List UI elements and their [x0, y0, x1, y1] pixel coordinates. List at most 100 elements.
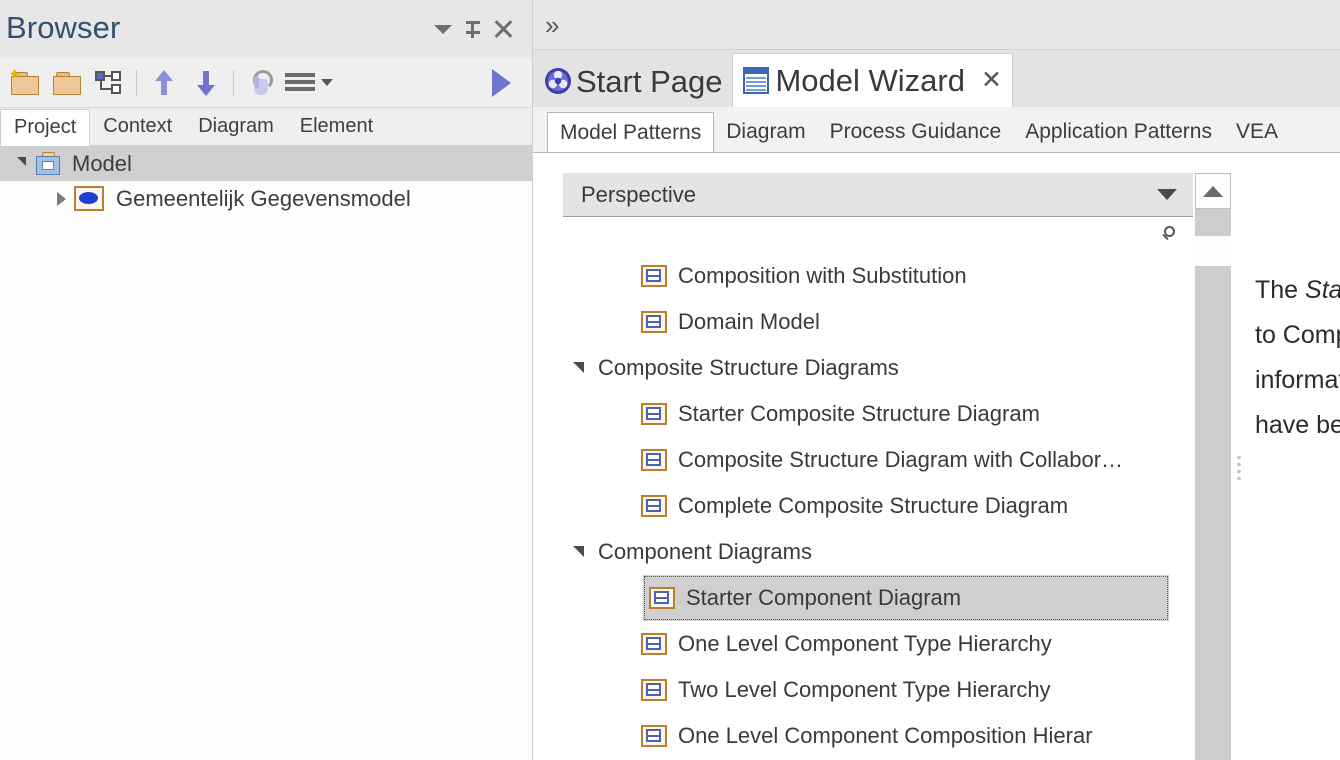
list-item[interactable]: Starter Composite Structure Diagram: [563, 391, 1193, 437]
list-group-header[interactable]: Component Diagrams: [563, 529, 1193, 575]
pattern-list-column: Perspective Composition with Substitutio…: [563, 173, 1193, 760]
tab-process-guidance-label: Process Guidance: [830, 120, 1002, 144]
list-item-label: Composite Structure Diagram with Collabo…: [678, 447, 1123, 473]
pattern-icon: [641, 403, 667, 425]
list-group-label: Composite Structure Diagrams: [598, 355, 899, 381]
tree-item-gemeentelijk[interactable]: Gemeentelijk Gegevensmodel: [0, 181, 532, 216]
list-group-label: Component Diagrams: [598, 539, 812, 565]
list-item[interactable]: Composite Structure Diagram with Collabo…: [563, 437, 1193, 483]
search-icon[interactable]: [1161, 226, 1179, 244]
tab-model-patterns-label: Model Patterns: [560, 121, 701, 145]
pattern-icon: [641, 725, 667, 747]
list-item[interactable]: One Level Component Type Hierarchy: [563, 621, 1193, 667]
wizard-tab-strip: Model Patterns Diagram Process Guidance …: [533, 107, 1340, 153]
tab-process-guidance[interactable]: Process Guidance: [818, 112, 1014, 152]
project-tree: Model Gemeentelijk Gegevensmodel: [0, 146, 532, 760]
browser-dropdown-icon[interactable]: [428, 14, 458, 44]
list-item-label: One Level Component Composition Hierar: [678, 723, 1093, 749]
new-package-icon[interactable]: ✦: [4, 62, 46, 104]
browser-header: Browser: [0, 0, 532, 58]
run-icon[interactable]: [480, 62, 522, 104]
scroll-track-top[interactable]: [1195, 209, 1231, 236]
tab-model-wizard-label: Model Wizard: [775, 65, 965, 96]
pattern-icon: [641, 449, 667, 471]
list-item-label: Starter Component Diagram: [686, 585, 961, 611]
tab-application-patterns[interactable]: Application Patterns: [1013, 112, 1224, 152]
folder-icon[interactable]: [46, 62, 88, 104]
move-up-icon[interactable]: [143, 62, 185, 104]
toolbar-separator-2: [233, 70, 234, 96]
expander-open-icon[interactable]: [8, 159, 34, 168]
expander-open-icon[interactable]: [573, 362, 584, 373]
tab-application-patterns-label: Application Patterns: [1025, 120, 1212, 144]
tab-diagram[interactable]: Diagram: [714, 112, 817, 152]
tab-close-icon[interactable]: ✕: [981, 68, 1002, 93]
pattern-icon: [641, 633, 667, 655]
tab-vea[interactable]: VEA: [1224, 112, 1290, 152]
browser-tab-element[interactable]: Element: [287, 108, 386, 145]
tree-item-model-label: Model: [72, 151, 132, 177]
description-emphasis: Star: [1305, 276, 1340, 304]
model-hierarchy-icon[interactable]: [88, 62, 130, 104]
move-down-icon[interactable]: [185, 62, 227, 104]
tree-item-gemeentelijk-label: Gemeentelijk Gegevensmodel: [116, 186, 411, 212]
browser-tab-strip: Project Context Diagram Element: [0, 108, 532, 146]
browser-tab-context[interactable]: Context: [90, 108, 185, 145]
list-item[interactable]: One Level Component Composition Hierar: [563, 713, 1193, 759]
browser-tab-diagram[interactable]: Diagram: [185, 108, 287, 145]
list-item-selected[interactable]: Starter Component Diagram: [643, 575, 1169, 621]
tree-item-model[interactable]: Model: [0, 146, 532, 181]
list-item[interactable]: Domain Model: [563, 299, 1193, 345]
tab-start-page[interactable]: Start Page: [533, 55, 732, 107]
tab-model-patterns[interactable]: Model Patterns: [547, 112, 714, 153]
select-icon[interactable]: [240, 62, 282, 104]
application-window: Browser ✦: [0, 0, 1340, 760]
pattern-list: Composition with Substitution Domain Mod…: [563, 253, 1193, 760]
tab-diagram-label: Diagram: [726, 120, 805, 144]
list-group-header[interactable]: Composite Structure Diagrams: [563, 345, 1193, 391]
list-item[interactable]: Complete Composite Structure Diagram: [563, 483, 1193, 529]
model-wizard-icon: [743, 66, 771, 96]
pattern-icon: [641, 495, 667, 517]
perspective-label: Perspective: [581, 182, 1157, 208]
browser-panel: Browser ✦: [0, 0, 532, 760]
description-line: to Comp: [1255, 313, 1340, 358]
list-item-label: Composition with Substitution: [678, 263, 967, 289]
list-item[interactable]: Composition with Substitution: [563, 253, 1193, 299]
panel-splitter[interactable]: [1231, 173, 1247, 760]
pattern-icon: [649, 587, 675, 609]
list-item[interactable]: Two Level Component Type Hierarchy: [563, 667, 1193, 713]
list-item-label: Domain Model: [678, 309, 820, 335]
browser-tab-context-label: Context: [103, 116, 172, 136]
filter-row[interactable]: [563, 217, 1193, 253]
description-line: The Star: [1255, 268, 1340, 313]
scroll-track-bottom[interactable]: [1195, 266, 1231, 760]
tab-start-page-label: Start Page: [576, 66, 722, 97]
perspective-selector[interactable]: Perspective: [563, 173, 1193, 217]
scroll-up-button[interactable]: [1195, 173, 1231, 209]
pattern-list-scrollbar[interactable]: [1195, 173, 1231, 760]
document-tab-strip: Start Page Model Wizard ✕: [533, 50, 1340, 107]
pattern-icon: [641, 311, 667, 333]
browser-toolbar: ✦: [0, 58, 532, 108]
pattern-icon: [641, 679, 667, 701]
description-line: informat: [1255, 358, 1340, 403]
overflow-bar: »: [533, 0, 1340, 50]
close-icon[interactable]: [488, 14, 518, 44]
browser-tab-project[interactable]: Project: [0, 109, 90, 146]
toolbar-separator: [136, 70, 137, 96]
package-oval-icon: [74, 186, 104, 211]
menu-icon[interactable]: [282, 62, 336, 104]
scroll-thumb[interactable]: [1195, 236, 1231, 266]
expander-closed-icon[interactable]: [48, 192, 74, 206]
tab-model-wizard[interactable]: Model Wizard ✕: [732, 53, 1012, 107]
wizard-body: Perspective Composition with Substitutio…: [533, 153, 1340, 760]
browser-title: Browser: [6, 12, 428, 47]
description-panel: The Star to Comp informat have bee: [1247, 173, 1340, 760]
expander-open-icon[interactable]: [573, 546, 584, 557]
description-line: have bee: [1255, 403, 1340, 448]
chevron-up-icon: [1203, 186, 1223, 197]
chevron-double-right-icon[interactable]: »: [545, 12, 559, 38]
chevron-down-icon[interactable]: [1157, 189, 1177, 200]
pin-icon[interactable]: [458, 14, 488, 44]
